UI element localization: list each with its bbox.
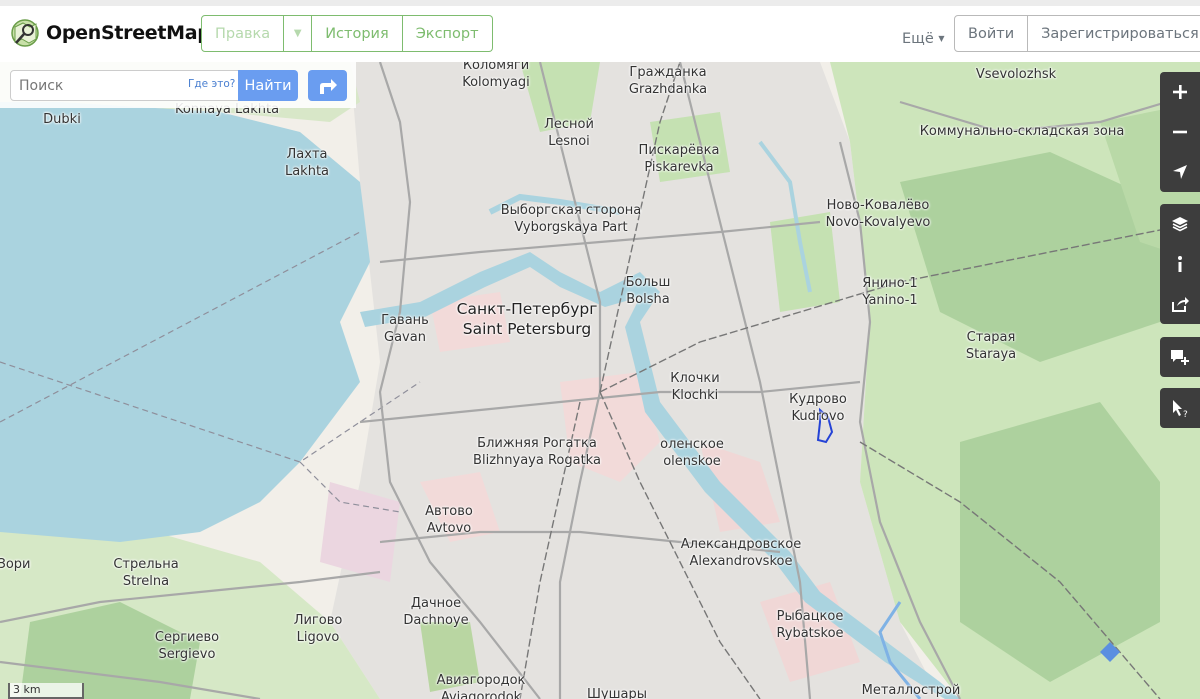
place-label: Стрельна Strelna	[113, 557, 179, 589]
place-label: Рыбацкое Rybatskoe	[776, 609, 844, 641]
edit-dropdown-button[interactable]: ▼	[284, 15, 313, 52]
place-label: Шушары	[587, 687, 647, 699]
place-label: Vsevolozhsk	[975, 67, 1057, 82]
query-control: ?	[1160, 388, 1200, 428]
zoom-in-button[interactable]	[1160, 72, 1200, 112]
svg-text:?: ?	[1183, 410, 1188, 418]
login-button[interactable]: Войти	[954, 15, 1029, 52]
export-button[interactable]: Экспорт	[402, 15, 493, 52]
place-label: Коломяги Kolomyagi	[462, 62, 530, 90]
location-arrow-icon	[1173, 165, 1187, 179]
place-label: Лахта Lakhta	[284, 147, 330, 179]
place-label: Гражданка Grazhdanka	[628, 65, 708, 97]
place-label: Сергиево Sergievo	[154, 630, 220, 662]
place-label: Дачное Dachnoye	[403, 596, 469, 628]
map-tiles[interactable]	[0, 62, 1200, 699]
directions-button[interactable]	[308, 70, 347, 101]
auth-button-group: Войти Зарегистрироваться	[954, 15, 1200, 52]
add-note-control	[1160, 337, 1200, 377]
search-panel: Где это? Найти	[0, 62, 356, 108]
top-navigation-bar: OpenStreetMap Правка ▼ История Экспорт Е…	[0, 0, 1200, 62]
place-label: Лигово Ligovo	[293, 613, 343, 645]
place-label: Старая Staraya	[965, 330, 1017, 362]
add-note-button[interactable]	[1160, 337, 1200, 377]
share-button[interactable]	[1160, 284, 1200, 324]
place-label: Автово Avtovo	[425, 504, 473, 536]
site-title: OpenStreetMap	[46, 22, 211, 44]
place-label: Авиагородок Aviagorodok	[436, 673, 526, 699]
place-label: Александровское Alexandrovskoe	[680, 537, 802, 569]
place-label: Гавань Gavan	[381, 313, 429, 345]
map-tools	[1160, 204, 1200, 324]
locate-button[interactable]	[1160, 152, 1200, 192]
layers-button[interactable]	[1160, 204, 1200, 244]
more-menu[interactable]: Ещё ▼	[902, 31, 945, 47]
place-label: Янино-1 Yanino-1	[862, 276, 918, 308]
zoom-out-button[interactable]	[1160, 112, 1200, 152]
more-label: Ещё	[902, 31, 934, 47]
query-features-button[interactable]: ?	[1160, 388, 1200, 428]
place-label: Зори	[0, 557, 31, 572]
query-features-icon: ?	[1173, 400, 1188, 418]
info-icon	[1178, 256, 1182, 272]
site-logo[interactable]: OpenStreetMap	[10, 18, 211, 48]
plus-icon	[1173, 85, 1187, 99]
caret-down-icon: ▼	[938, 34, 945, 43]
place-label: Кудрово Kudrovo	[789, 392, 847, 424]
history-button[interactable]: История	[312, 15, 403, 52]
osm-logo-icon	[11, 19, 39, 47]
where-is-this-link[interactable]: Где это?	[188, 78, 235, 90]
place-label: Пискарёвка Piskarevka	[638, 143, 720, 175]
caret-down-icon: ▼	[293, 28, 302, 39]
scale-bar: 3 km	[8, 683, 84, 699]
directions-icon	[319, 78, 337, 94]
place-label: Dubki	[43, 112, 81, 127]
city-label: Санкт-Петербург Saint Petersburg	[456, 300, 598, 338]
place-label: Металлострой	[861, 683, 961, 698]
share-icon	[1172, 297, 1189, 312]
signup-button[interactable]: Зарегистрироваться	[1028, 15, 1200, 52]
place-label: Лесной Lesnoi	[544, 117, 594, 149]
map-key-button[interactable]	[1160, 244, 1200, 284]
zoom-controls	[1160, 72, 1200, 192]
place-label: Выборгская сторона Vyborgskaya Part	[500, 203, 642, 235]
place-label: оленское olenskoe	[660, 437, 724, 469]
place-label: Больш Bolsha	[625, 275, 671, 307]
edit-button[interactable]: Правка	[201, 15, 285, 52]
search-button[interactable]: Найти	[238, 70, 298, 101]
place-label: Коммунально-складская зона	[919, 124, 1125, 139]
place-label: Клочки Klochki	[670, 371, 720, 403]
minus-icon	[1173, 130, 1187, 134]
layers-icon	[1172, 217, 1188, 232]
place-label: Ново-Ковалёво Novo-Kovalyevo	[825, 198, 931, 230]
map-canvas[interactable]: Коломяги Kolomyagi Гражданка Grazhdanka Vs…	[0, 62, 1200, 699]
place-label: Ближняя Рогатка Blizhnyaya Rogatka	[473, 436, 601, 468]
edit-button-group: Правка ▼ История Экспорт	[201, 15, 493, 52]
add-note-icon	[1171, 350, 1189, 365]
